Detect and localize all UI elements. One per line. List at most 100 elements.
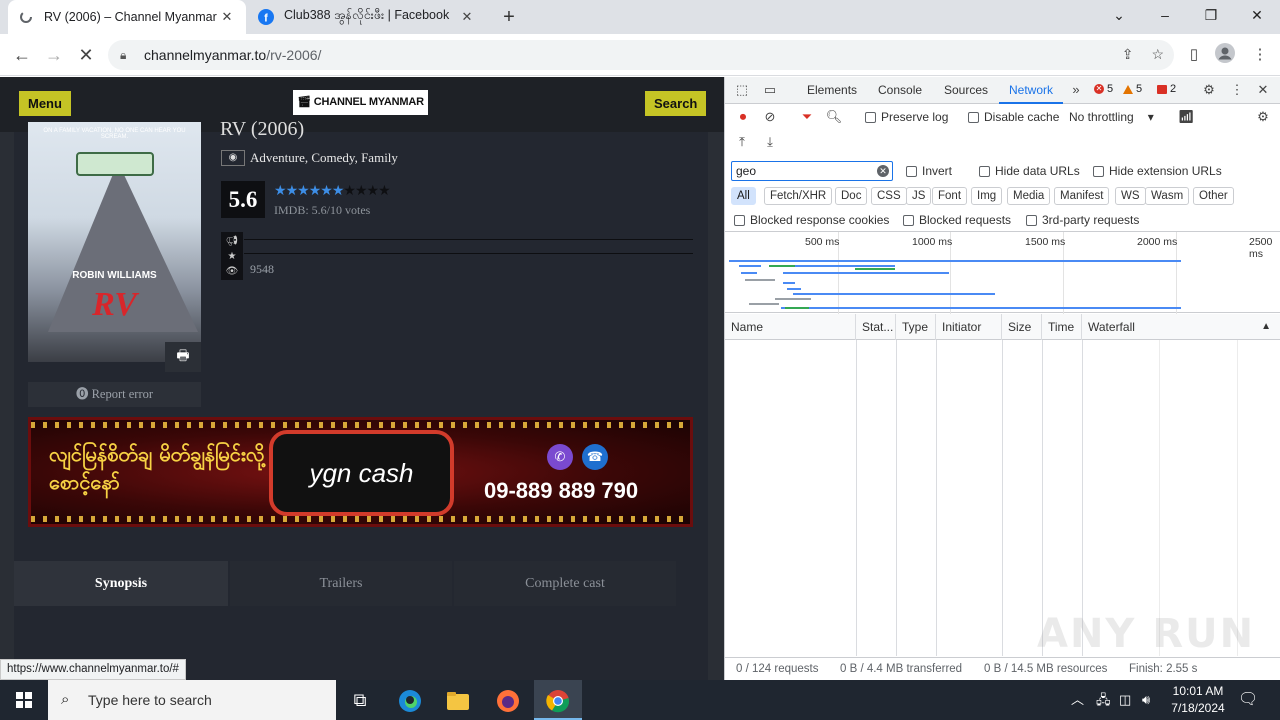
back-arrow-icon[interactable]: ← (10, 43, 34, 67)
clear-icon[interactable]: ⊘ (761, 108, 779, 126)
type-filter-ws[interactable]: WS (1115, 187, 1146, 205)
network-status-icon[interactable]: 🖧︎ (1096, 680, 1111, 720)
menu-button[interactable]: Menu (19, 91, 71, 116)
report-error-button[interactable]: ⓿ Report error (28, 382, 201, 407)
tab-close-icon[interactable]: ✕ (458, 9, 476, 25)
hide-data-urls-checkbox[interactable]: Hide data URLs (979, 164, 1080, 178)
file-explorer-icon[interactable] (434, 680, 482, 720)
tab-trailers[interactable]: Trailers (230, 561, 452, 606)
type-filter-img[interactable]: Img (971, 187, 1003, 205)
type-filter-js[interactable]: JS (906, 187, 932, 205)
import-har-icon[interactable]: ⤒ (733, 133, 751, 151)
site-logo[interactable]: 🎬︎ CHANNEL MYANMAR (293, 90, 428, 115)
close-window-icon[interactable]: ✕ (1234, 0, 1280, 30)
close-devtools-icon[interactable]: ✕ (1254, 81, 1272, 99)
preserve-log-checkbox[interactable]: Preserve log (865, 110, 948, 124)
devtools-tab-elements[interactable]: Elements (807, 77, 857, 104)
error-count-badge[interactable]: ✕ 5 (1094, 83, 1113, 95)
system-clock[interactable]: 10:01 AM 7/18/2024 (1162, 683, 1234, 717)
stop-loading-icon[interactable]: ✕ (74, 43, 98, 67)
rating-star[interactable]: ★ (355, 183, 368, 199)
tab-rv-2006[interactable]: RV (2006) – Channel Myanmar ✕ (8, 0, 246, 34)
checkbox[interactable] (903, 215, 914, 227)
column-size[interactable]: Size (1002, 314, 1042, 340)
tab-synopsis[interactable]: Synopsis (14, 561, 228, 606)
search-button[interactable]: Search (645, 91, 707, 116)
more-tabs-chevron-icon[interactable]: » (1067, 81, 1085, 99)
maximize-icon[interactable]: ❐ (1188, 0, 1234, 30)
column-status[interactable]: Stat... (856, 314, 896, 340)
checkbox[interactable] (979, 166, 990, 178)
share-icon[interactable]: ⇪ (1122, 46, 1134, 63)
checkbox[interactable] (1093, 166, 1104, 178)
profile-avatar-icon[interactable] (1213, 43, 1237, 67)
rating-star[interactable]: ★ (286, 183, 299, 199)
blocked-cookies-checkbox[interactable]: Blocked response cookies (734, 213, 889, 227)
chrome-icon[interactable] (534, 680, 582, 720)
network-overview[interactable]: 500 ms 1000 ms 1500 ms 2000 ms 2500 ms (725, 231, 1280, 314)
type-filter-doc[interactable]: Doc (835, 187, 868, 205)
device-toolbar-icon[interactable]: ▭ (761, 81, 779, 99)
search-icon[interactable]: 🔍︎ (825, 108, 843, 126)
genres[interactable]: Adventure, Comedy, Family (250, 150, 398, 166)
disable-cache-checkbox[interactable]: Disable cache (968, 110, 1059, 124)
address-bar[interactable]: 🔒︎ channelmyanmar.to/rv-2006/ ⇪ ☆ (108, 40, 1174, 70)
taskbar-search-input[interactable]: ⌕ Type here to search (48, 680, 336, 720)
firefox-icon[interactable] (484, 680, 532, 720)
hide-extension-urls-checkbox[interactable]: Hide extension URLs (1093, 164, 1222, 178)
rating-star[interactable]: ★ (343, 183, 356, 199)
export-har-icon[interactable]: ⤓ (761, 133, 779, 151)
invert-checkbox[interactable]: Invert (906, 164, 952, 178)
clear-filter-icon[interactable]: ✕ (877, 165, 889, 177)
tab-search-chevron-icon[interactable]: ⌄ (1096, 0, 1142, 30)
throttling-select[interactable]: No throttling ▾ (1069, 110, 1154, 124)
ad-banner[interactable]: လျင်မြန်စိတ်ချ မိတ်ချွန်မြင်းလို့ စောင့်… (28, 417, 693, 527)
blocked-requests-checkbox[interactable]: Blocked requests (903, 213, 1011, 227)
third-party-checkbox[interactable]: 3rd-party requests (1026, 213, 1139, 227)
devtools-tab-sources[interactable]: Sources (944, 77, 988, 104)
column-time[interactable]: Time (1042, 314, 1082, 340)
checkbox[interactable] (906, 166, 917, 178)
column-type[interactable]: Type (896, 314, 936, 340)
wifi-icon[interactable]: ◫ (1119, 680, 1131, 720)
type-filter-wasm[interactable]: Wasm (1145, 187, 1190, 205)
rating-star[interactable]: ★ (297, 183, 310, 199)
checkbox[interactable] (1026, 215, 1037, 227)
volume-icon[interactable]: 🔊︎ (1142, 680, 1150, 720)
record-icon[interactable]: ⏺ (734, 108, 752, 126)
tab-complete-cast[interactable]: Complete cast (454, 561, 676, 606)
kebab-menu-icon[interactable]: ⋮ (1248, 43, 1272, 67)
type-filter-media[interactable]: Media (1007, 187, 1051, 205)
type-filter-all[interactable]: All (731, 187, 756, 205)
settings-gear-icon[interactable]: ⚙ (1200, 81, 1218, 99)
rating-star[interactable]: ★ (320, 183, 333, 199)
network-settings-gear-icon[interactable]: ⚙ (1254, 108, 1272, 126)
warning-count-badge[interactable]: 5 (1123, 83, 1142, 95)
print-icon[interactable]: 🖶︎ (165, 342, 201, 372)
column-initiator[interactable]: Initiator (936, 314, 1002, 340)
rating-star[interactable]: ★ (309, 183, 322, 199)
issues-count-badge[interactable]: 2 (1157, 83, 1176, 95)
notifications-icon[interactable]: 🗨︎ (1238, 680, 1258, 720)
start-button[interactable] (0, 680, 48, 720)
network-conditions-icon[interactable]: 📶︎ (1177, 108, 1195, 126)
side-panel-icon[interactable]: ▯ (1182, 43, 1206, 67)
minimize-icon[interactable]: – (1142, 0, 1188, 30)
tab-facebook[interactable]: f Club388 အွန်လိုင်းဖီး | Facebook ✕ (248, 0, 486, 34)
new-tab-icon[interactable]: + (498, 6, 520, 28)
filter-input[interactable]: geo ✕ (731, 161, 893, 181)
task-view-icon[interactable]: ⧉ (336, 680, 384, 720)
checkbox[interactable] (734, 215, 745, 227)
column-waterfall[interactable]: Waterfall ▲ (1082, 314, 1280, 340)
column-name[interactable]: Name (725, 314, 856, 340)
type-filter-fetch-xhr[interactable]: Fetch/XHR (764, 187, 833, 205)
edge-browser-icon[interactable] (386, 680, 434, 720)
tray-chevron-icon[interactable]: ︿ (1071, 680, 1084, 720)
devtools-menu-icon[interactable]: ⋮ (1228, 81, 1246, 99)
rating-star[interactable]: ★ (378, 183, 391, 199)
tab-close-icon[interactable]: ✕ (218, 9, 236, 25)
devtools-tab-console[interactable]: Console (878, 77, 922, 104)
checkbox[interactable] (865, 112, 876, 124)
type-filter-manifest[interactable]: Manifest (1054, 187, 1110, 205)
type-filter-other[interactable]: Other (1193, 187, 1234, 205)
